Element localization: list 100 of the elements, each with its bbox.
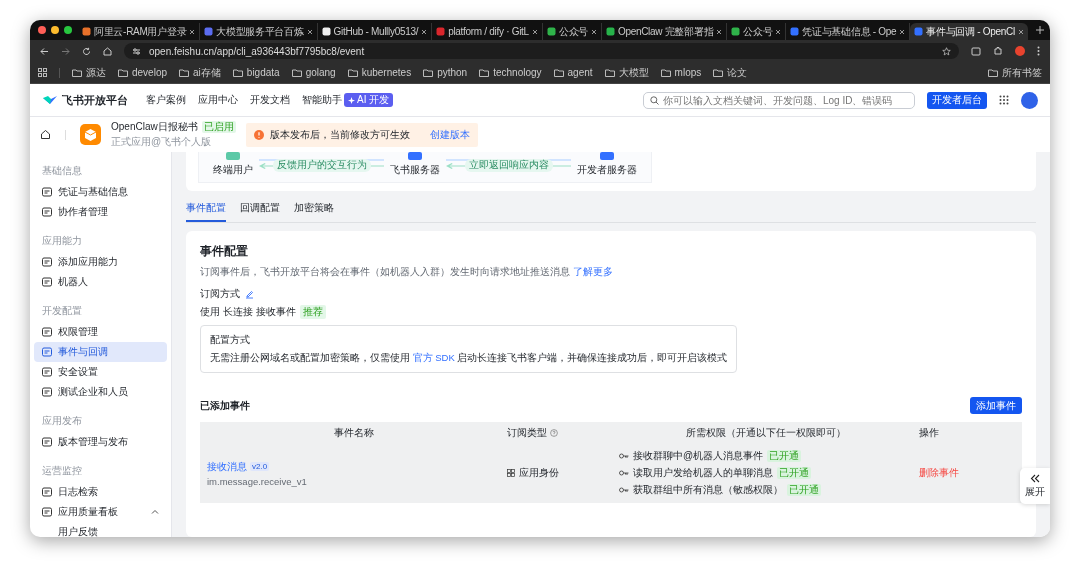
sidebar-item[interactable]: 日志检索 xyxy=(34,482,167,502)
bookmark-folder[interactable]: ai存储 xyxy=(179,65,221,80)
bookmark-folder[interactable]: technology xyxy=(479,67,542,78)
page-icon xyxy=(42,437,52,447)
close-icon[interactable] xyxy=(590,28,597,35)
search-field[interactable]: 你可以输入文档关键词、开发问题、Log ID、错误码 xyxy=(643,91,915,109)
sidebar-item[interactable]: 机器人 xyxy=(34,272,167,292)
back-icon[interactable] xyxy=(40,46,49,56)
close-icon[interactable] xyxy=(775,28,782,35)
page-icon xyxy=(42,277,52,287)
folder-icon xyxy=(553,68,564,77)
close-icon[interactable] xyxy=(1017,28,1024,35)
apps-grid-icon[interactable] xyxy=(38,68,47,77)
tab[interactable]: 事件配置 xyxy=(186,201,226,222)
status-tag: 已开通 xyxy=(787,484,821,496)
expand-button[interactable]: 展开 xyxy=(1020,468,1050,504)
more-icon[interactable] xyxy=(1037,46,1040,56)
bookmark-folder[interactable]: develop xyxy=(118,67,168,78)
site-icon xyxy=(605,27,615,36)
folder-icon xyxy=(347,68,358,77)
avatar[interactable] xyxy=(1021,91,1038,109)
forward-icon[interactable] xyxy=(61,46,70,56)
folder-icon xyxy=(72,68,82,77)
minimize-window-icon[interactable] xyxy=(51,26,59,34)
edit-icon[interactable] xyxy=(245,289,254,299)
create-version-link[interactable]: 创建版本 xyxy=(429,127,470,142)
site-settings-icon[interactable] xyxy=(132,46,141,56)
config-box-title: 配置方式 xyxy=(210,333,251,347)
event-name-link[interactable]: 接收消息 xyxy=(207,459,247,474)
nav-link[interactable]: 客户案例 xyxy=(146,93,186,107)
address-field[interactable]: open.feishu.cn/app/cli_a936443bf7795bc8/event xyxy=(124,43,959,59)
close-icon[interactable] xyxy=(899,28,906,35)
permission-text: 读取用户发给机器人的单聊消息 xyxy=(633,466,773,480)
profile-icon[interactable] xyxy=(1015,46,1025,56)
close-icon[interactable] xyxy=(531,28,538,35)
sidebar-item[interactable]: 协作者管理 xyxy=(34,202,167,222)
logo-icon[interactable] xyxy=(42,94,58,106)
folder-icon xyxy=(179,68,190,77)
folder-icon xyxy=(291,68,302,77)
close-icon[interactable] xyxy=(421,28,428,35)
page-icon xyxy=(42,507,52,517)
page-icon xyxy=(42,327,52,337)
recommended-tag: 推荐 xyxy=(299,305,326,319)
site-icon xyxy=(914,27,924,36)
tab[interactable]: 回调配置 xyxy=(240,201,280,222)
add-event-button[interactable]: 添加事件 xyxy=(970,397,1022,414)
column-header: 订阅类型 xyxy=(507,425,547,440)
bookmark-folder[interactable]: 所有书签 xyxy=(988,65,1042,80)
apps-grid-icon[interactable] xyxy=(999,95,1009,105)
bookmark-folder[interactable]: python xyxy=(423,67,468,78)
bookmark-folder[interactable]: agent xyxy=(553,67,593,78)
browser-tab[interactable]: 事件与回调 - OpenCl xyxy=(910,23,1028,40)
sidebar-item[interactable]: 事件与回调 xyxy=(34,342,167,362)
close-icon[interactable] xyxy=(306,28,313,35)
page-icon xyxy=(42,347,52,357)
sidebar-item[interactable]: 凭证与基础信息 xyxy=(34,182,167,202)
site-icon xyxy=(204,27,214,36)
bookmark-star-icon[interactable] xyxy=(942,46,951,56)
bookmark-folder[interactable]: 论文 xyxy=(713,65,748,80)
home-icon[interactable] xyxy=(40,129,51,140)
logo-text[interactable]: 飞书开放平台 xyxy=(62,92,128,108)
sidebar-item[interactable]: 权限管理 xyxy=(34,322,167,342)
maximize-window-icon[interactable] xyxy=(64,26,72,34)
folder-icon xyxy=(479,68,490,77)
close-icon[interactable] xyxy=(189,28,196,35)
section-title: 已添加事件 xyxy=(200,398,250,413)
sidebar-item[interactable]: 测试企业和人员 xyxy=(34,382,167,402)
subscription-mode-text: 使用 长连接 接收事件 xyxy=(200,305,296,319)
sidebar-item[interactable]: 应用质量看板 xyxy=(34,502,167,522)
bookmark-folder[interactable]: 大模型 xyxy=(604,65,649,80)
ai-badge: AI 开发 xyxy=(344,93,394,107)
nav-link[interactable]: 智能助手 xyxy=(302,93,342,107)
config-box-text: 无需注册公网域名或配置加密策略，仅需使用 官方 SDK 启动长连接飞书客户端，并确保连接成功后，即可开启该模式 xyxy=(210,352,728,365)
sidebar-item[interactable]: 版本管理与发布 xyxy=(34,432,167,452)
bookmark-folder[interactable]: golang xyxy=(291,67,336,78)
flow-label: 反馈用户的交互行为 xyxy=(272,159,371,172)
close-icon[interactable] xyxy=(716,28,723,35)
learn-more-link[interactable]: 了解更多 xyxy=(572,266,613,277)
bookmark-folder[interactable]: 源达 xyxy=(72,65,106,80)
node-label: 飞书服务器 xyxy=(390,163,440,177)
nav-link[interactable]: 应用中心 xyxy=(198,93,238,107)
bookmark-folder[interactable]: mlops xyxy=(660,67,702,78)
page-icon xyxy=(42,487,52,497)
sdk-link[interactable]: 官方 SDK xyxy=(412,352,455,363)
sidebar-item[interactable]: 用户反馈 xyxy=(34,522,167,537)
permission-text: 获取群组中所有消息（敏感权限） xyxy=(633,483,783,497)
double-chevron-icon xyxy=(1030,473,1040,483)
node-icon xyxy=(226,152,240,160)
new-tab-icon[interactable] xyxy=(1035,26,1044,34)
close-window-icon[interactable] xyxy=(38,26,46,34)
reload-icon[interactable] xyxy=(82,46,91,56)
tab[interactable]: 加密策略 xyxy=(294,201,334,222)
nav-link[interactable]: 开发文档 xyxy=(250,93,290,107)
folder-icon xyxy=(713,68,724,77)
sidebar-item[interactable]: 添加应用能力 xyxy=(34,252,167,272)
console-button[interactable]: 开发者后台 xyxy=(927,91,987,109)
bookmark-folder[interactable]: bigdata xyxy=(232,67,280,78)
sidebar-item[interactable]: 安全设置 xyxy=(34,362,167,382)
extension-icon[interactable] xyxy=(971,46,981,56)
bookmark-folder[interactable]: kubernetes xyxy=(347,67,412,78)
